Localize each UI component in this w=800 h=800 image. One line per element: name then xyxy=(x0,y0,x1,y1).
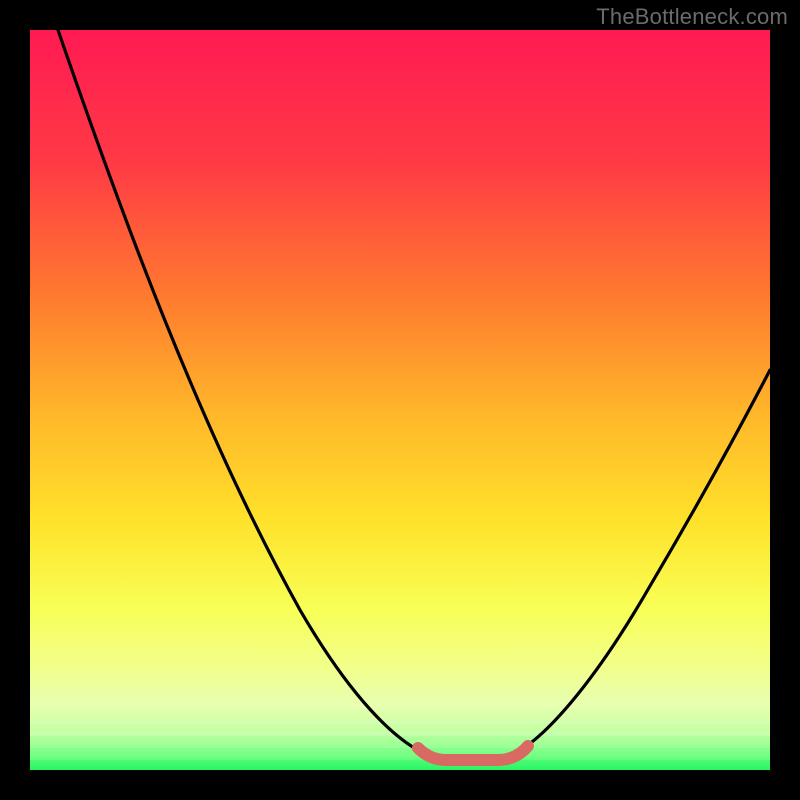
heatmap-plot xyxy=(0,0,800,800)
chart-canvas: TheBottleneck.com xyxy=(0,0,800,800)
gradient-panel xyxy=(30,30,770,770)
watermark-text: TheBottleneck.com xyxy=(596,4,788,30)
